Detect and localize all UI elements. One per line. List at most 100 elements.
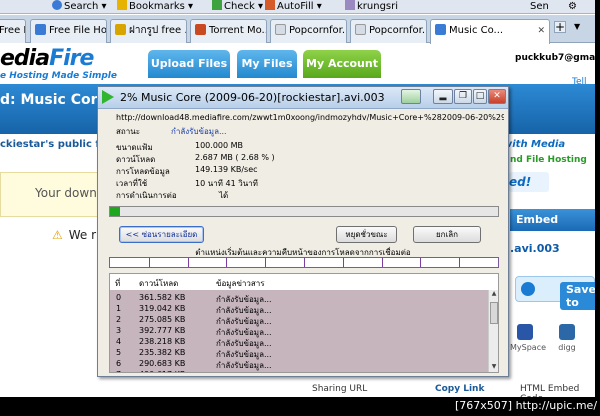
table-row[interactable]: 0 361.582 KB กำลังรับข้อมูล...: [110, 293, 488, 304]
status-value: กำลังรับข้อมูล...: [171, 127, 227, 136]
segment-marker: [382, 258, 383, 267]
toolbar-krungsri[interactable]: krungsri: [345, 0, 398, 13]
toolbar-autofill[interactable]: AutoFill ▾: [265, 0, 322, 13]
tab-music-core[interactable]: Music Co... ✕: [430, 19, 550, 44]
tab-list-icon[interactable]: ▼: [574, 21, 586, 33]
new-tab-button[interactable]: +: [554, 21, 566, 33]
segment-marker: [343, 258, 344, 267]
my-files-button[interactable]: My Files: [237, 50, 297, 78]
connections-table: ที่ ดาวน์โหลด ข้อมูลข่าวสาร 0 361.582 KB ก…: [109, 273, 499, 373]
toolbar-search[interactable]: Search ▾: [52, 0, 107, 13]
settings-icon[interactable]: ⚙: [568, 0, 577, 13]
bookmark-icon: [117, 0, 127, 10]
cancel-button[interactable]: ยกเลิก: [413, 226, 481, 243]
table-row[interactable]: 4 238.218 KB กำลังรับข้อมูล...: [110, 337, 488, 348]
mediafire-favicon-icon: [35, 24, 46, 35]
segment-marker: [226, 258, 227, 267]
minimize-button[interactable]: ▂: [433, 89, 453, 104]
close-tab-icon[interactable]: ✕: [537, 20, 545, 42]
copy-link-button[interactable]: Copy Link: [435, 384, 484, 394]
autofill-icon: [265, 0, 275, 10]
scroll-up-icon[interactable]: ▲: [490, 290, 498, 299]
tab-free-file-hosting[interactable]: Free File Ho...: [30, 19, 107, 43]
table-row[interactable]: 7 490.617 KB กำลังรับข้อมูล...: [110, 370, 488, 372]
my-account-button[interactable]: My Account: [303, 50, 381, 78]
embed-tab[interactable]: Embed: [510, 209, 595, 231]
toolbar-bookmarks[interactable]: Bookmarks ▾: [117, 0, 193, 13]
row-number: 7: [116, 370, 121, 372]
row-downloaded: 238.218 KB: [139, 337, 186, 346]
table-row[interactable]: 2 275.085 KB กำลังรับข้อมูล...: [110, 315, 488, 326]
row-number: 0: [116, 293, 122, 302]
progress-fill: [110, 207, 120, 216]
mediafire-logo[interactable]: ediaFire: [0, 46, 94, 71]
tab-upload-image[interactable]: ฝากรูป free ...: [110, 19, 187, 43]
bookmark-icon: [345, 0, 355, 10]
toolbar-send[interactable]: Sen: [530, 0, 549, 13]
upload-files-button[interactable]: Upload Files: [148, 50, 230, 78]
row-number: 1: [116, 304, 122, 313]
download-progress-bar: [109, 206, 499, 217]
row-info: กำลังรับข้อมูล...: [216, 370, 272, 372]
table-row[interactable]: 1 319.042 KB กำลังรับข้อมูล...: [110, 304, 488, 315]
page-favicon-icon: [355, 24, 366, 35]
scroll-down-icon[interactable]: ▼: [490, 363, 498, 372]
watermark: [767x507] http://upic.me/: [455, 399, 598, 412]
tab-free-fo[interactable]: Free Fo...: [0, 19, 26, 43]
browser-window: Search ▾ Bookmarks ▾ Check ▾ AutoFill ▾ …: [0, 0, 595, 397]
table-row[interactable]: 3 392.777 KB กำลังรับข้อมูล...: [110, 326, 488, 337]
download-dialog: 2% Music Core (2009-06-20)[rockiestar].a…: [97, 86, 509, 377]
segment-marker: [265, 258, 266, 267]
pause-button[interactable]: หยุดชั่วขณะ: [336, 226, 397, 243]
save-icon: [521, 282, 535, 296]
search-icon: [52, 0, 62, 10]
table-scrollbar[interactable]: ▲ ▼: [488, 290, 498, 372]
file-name: .avi.003: [510, 242, 560, 255]
table-row[interactable]: 6 290.683 KB กำลังรับข้อมูล...: [110, 359, 488, 370]
download-progress-icon: [401, 89, 421, 104]
connection-segments-bar: [109, 257, 499, 268]
ad-headline: with Media: [503, 139, 566, 150]
mediafire-favicon-icon: [435, 24, 446, 35]
row-number: 6: [116, 359, 122, 368]
tab-torrent[interactable]: Torrent Mo...: [190, 19, 267, 43]
tab-popcornfor-2[interactable]: Popcornfor...: [350, 19, 427, 43]
dialog-title: 2% Music Core (2009-06-20)[rockiestar].a…: [120, 91, 385, 104]
col-number[interactable]: ที่: [115, 277, 120, 290]
segment-marker: [304, 258, 305, 267]
warning-message: ⚠ We r: [52, 228, 97, 242]
dialog-titlebar[interactable]: 2% Music Core (2009-06-20)[rockiestar].a…: [98, 87, 508, 109]
table-body: 0 361.582 KB กำลังรับข้อมูล... 1 319.042 KB ก…: [110, 290, 488, 372]
row-downloaded: 361.582 KB: [139, 293, 186, 302]
restore-button[interactable]: ❐: [454, 89, 472, 104]
col-info[interactable]: ข้อมูลข่าวสาร: [216, 277, 265, 290]
digg-share[interactable]: digg: [552, 324, 582, 352]
row-downloaded: 392.777 KB: [139, 326, 186, 335]
close-button[interactable]: ✕: [488, 89, 506, 104]
user-email[interactable]: puckkub7@gmail.co: [515, 53, 595, 63]
sharing-url-label: Sharing URL: [312, 384, 368, 394]
row-downloaded: 490.617 KB: [139, 370, 185, 372]
torrent-favicon-icon: [195, 24, 206, 35]
toolbar-check[interactable]: Check ▾: [212, 0, 263, 13]
sharing-bar: Sharing URL Copy Link HTML Embed Code: [300, 384, 595, 397]
row-downloaded: 275.085 KB: [139, 315, 186, 324]
save-to-button[interactable]: Save to: [515, 276, 595, 310]
row-downloaded: 319.042 KB: [139, 304, 186, 313]
hide-details-button[interactable]: << ซ่อนรายละเอียด: [119, 226, 204, 243]
table-row[interactable]: 5 235.382 KB กำลังรับข้อมูล...: [110, 348, 488, 359]
segment-marker: [149, 258, 150, 267]
site-header: ediaFire e Hosting Made Simple Upload Fi…: [0, 44, 595, 97]
col-downloaded[interactable]: ดาวน์โหลด: [139, 277, 178, 290]
ad-subline: nd File Hosting: [510, 155, 587, 165]
scroll-thumb[interactable]: [490, 302, 498, 324]
myspace-share[interactable]: MySpace: [510, 324, 546, 352]
maximize-button[interactable]: □: [473, 89, 487, 104]
digg-icon: [559, 324, 575, 340]
ad-cta[interactable]: ed!: [509, 172, 549, 192]
check-icon: [212, 0, 222, 10]
warning-icon: ⚠: [52, 228, 63, 242]
tab-bar: Free Fo... Free File Ho... ฝากรูป free .…: [0, 15, 595, 44]
tab-popcornfor-1[interactable]: Popcornfor...: [270, 19, 347, 43]
myspace-icon: [517, 324, 533, 340]
